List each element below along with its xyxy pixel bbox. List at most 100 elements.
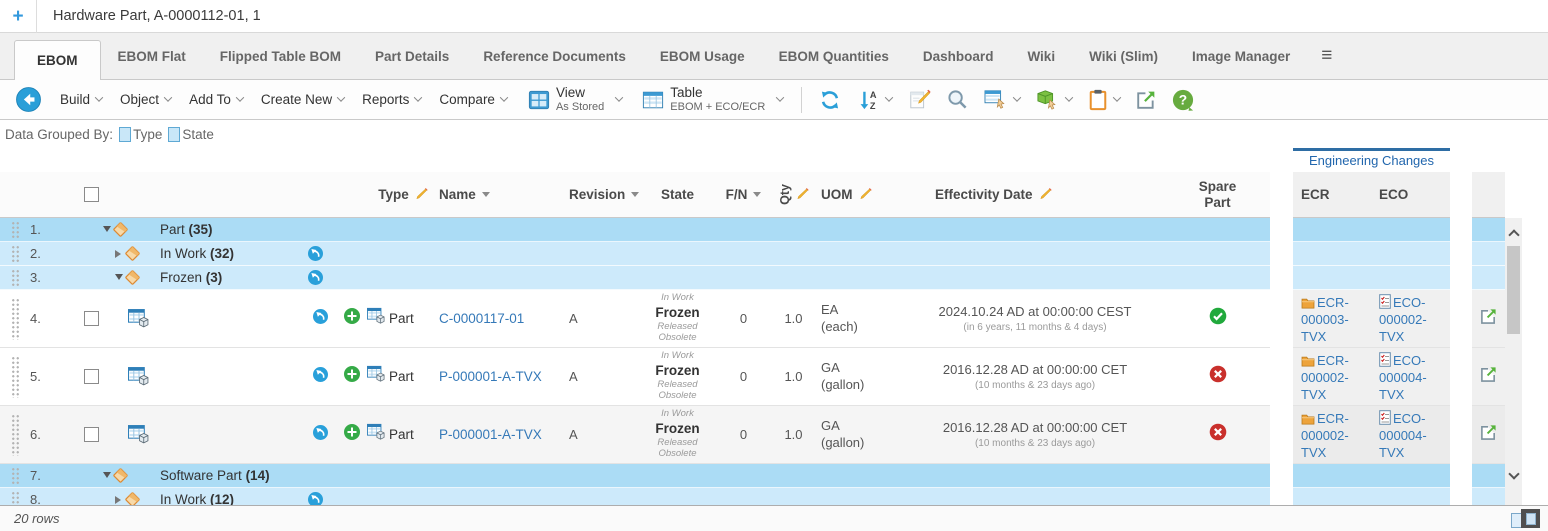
tab-wiki[interactable]: Wiki	[1010, 33, 1072, 79]
toolbar-menu-add-to[interactable]: Add To	[180, 88, 252, 111]
toolbar-menu-build[interactable]: Build	[51, 88, 111, 111]
group-by-chip-state[interactable]: State	[168, 127, 214, 142]
scrollbar-thumb[interactable]	[1507, 246, 1520, 334]
table-selector[interactable]: TableEBOM + ECO/ECR	[634, 83, 791, 115]
ecr-link[interactable]: ECR-000003-TVX	[1301, 294, 1367, 345]
ecr-link[interactable]: ECR-000002-TVX	[1301, 352, 1367, 403]
eco-link[interactable]: ECO-000004-TVX	[1379, 410, 1446, 461]
expand-toggle[interactable]	[103, 226, 111, 232]
table-row[interactable]: 4. Part C-0000117-01 A In Work Frozen Re…	[0, 290, 1548, 348]
row-drag-handle[interactable]	[0, 290, 30, 348]
header-type[interactable]: Type	[367, 172, 439, 218]
back-button[interactable]	[10, 84, 47, 115]
header-name[interactable]: Name	[439, 172, 565, 218]
header-effectivity[interactable]: Effectivity Date	[905, 172, 1165, 218]
table-row[interactable]: 1. Part (35)	[0, 218, 1548, 242]
structure-nav-icon[interactable]	[308, 270, 323, 290]
row-drag-handle[interactable]	[0, 406, 30, 464]
header-state[interactable]: State	[640, 172, 715, 218]
open-item-icon[interactable]	[1480, 308, 1497, 330]
revision-value: A	[569, 311, 578, 326]
add-child-icon[interactable]	[344, 308, 360, 329]
header-eco[interactable]: ECO	[1371, 172, 1450, 218]
tab-dashboard[interactable]: Dashboard	[906, 33, 1011, 79]
row-drag-handle[interactable]	[0, 218, 30, 242]
item-name-link[interactable]: P-000001-A-TVX	[439, 427, 542, 442]
toolbar-menu-object[interactable]: Object	[111, 88, 180, 111]
ecr-link[interactable]: ECR-000002-TVX	[1301, 410, 1367, 461]
item-name-link[interactable]: P-000001-A-TVX	[439, 369, 542, 384]
add-child-icon[interactable]	[344, 366, 360, 387]
table-row[interactable]: 3. Frozen (3)	[0, 266, 1548, 290]
tab-ebom[interactable]: EBOM	[14, 40, 101, 80]
group-by-chip-type[interactable]: Type	[119, 127, 162, 142]
structure-nav-icon[interactable]	[308, 246, 323, 266]
tab-overflow-menu-icon[interactable]: ≡	[1307, 33, 1346, 79]
row-checkbox[interactable]	[84, 427, 99, 442]
tab-reference-documents[interactable]: Reference Documents	[466, 33, 643, 79]
column-picker-button[interactable]	[978, 86, 1026, 114]
header-qty[interactable]: Qty	[772, 172, 815, 218]
table-row[interactable]: 2. In Work (32)	[0, 242, 1548, 266]
table-row[interactable]: 5. Part P-000001-A-TVX A In Work Frozen …	[0, 348, 1548, 406]
view-selector[interactable]: ViewAs Stored	[520, 83, 630, 115]
open-in-window-button[interactable]	[1130, 87, 1162, 113]
refresh-button[interactable]	[812, 86, 848, 114]
tab-ebom-usage[interactable]: EBOM Usage	[643, 33, 762, 79]
header-fn[interactable]: F/N	[715, 172, 772, 218]
table-row[interactable]: 6. Part P-000001-A-TVX A In Work Frozen …	[0, 406, 1548, 464]
expand-toggle[interactable]	[115, 274, 123, 280]
vertical-scrollbar[interactable]	[1505, 218, 1522, 505]
row-checkbox[interactable]	[84, 369, 99, 384]
eco-link[interactable]: ECO-000002-TVX	[1379, 294, 1446, 345]
help-button[interactable]: ?	[1166, 86, 1200, 114]
header-revision[interactable]: Revision	[565, 172, 640, 218]
expand-toggle[interactable]	[115, 250, 121, 258]
row-drag-handle[interactable]	[0, 488, 30, 505]
tab-ebom-flat[interactable]: EBOM Flat	[101, 33, 203, 79]
header-ecr[interactable]: ECR	[1293, 172, 1371, 218]
select-item-button[interactable]	[1030, 86, 1078, 114]
item-name-link[interactable]: C-0000117-01	[439, 311, 524, 326]
refresh-icon	[818, 89, 842, 111]
tab-ebom-quantities[interactable]: EBOM Quantities	[762, 33, 906, 79]
table-row[interactable]: 8. In Work (12)	[0, 488, 1548, 505]
row-drag-handle[interactable]	[0, 242, 30, 266]
tab-part-details[interactable]: Part Details	[358, 33, 466, 79]
table-hand-icon	[984, 89, 1008, 111]
add-child-icon[interactable]	[344, 424, 360, 445]
toolbar-menu-reports[interactable]: Reports	[353, 88, 430, 111]
tab-wiki-slim[interactable]: Wiki (Slim)	[1072, 33, 1175, 79]
header-spare-part[interactable]: Spare Part	[1165, 172, 1270, 218]
toolbar-menu-compare[interactable]: Compare	[430, 88, 516, 111]
row-drag-handle[interactable]	[0, 266, 30, 290]
row-checkbox[interactable]	[84, 311, 99, 326]
row-drag-handle[interactable]	[0, 464, 30, 488]
structure-nav-icon[interactable]	[308, 492, 323, 506]
select-all-checkbox[interactable]	[84, 187, 99, 202]
edit-button[interactable]	[902, 86, 937, 114]
search-button[interactable]	[941, 86, 974, 113]
clipboard-button[interactable]	[1082, 86, 1126, 114]
open-item-icon[interactable]	[1480, 424, 1497, 446]
tab-image-manager[interactable]: Image Manager	[1175, 33, 1307, 79]
structure-nav-icon[interactable]	[313, 309, 328, 329]
scroll-up-button[interactable]	[1505, 220, 1522, 244]
scroll-down-button[interactable]	[1505, 464, 1522, 488]
open-item-icon[interactable]	[1480, 366, 1497, 388]
expand-toggle[interactable]	[103, 472, 111, 478]
sort-button[interactable]: AZ	[852, 86, 898, 114]
structure-nav-icon[interactable]	[313, 425, 328, 445]
expand-toggle[interactable]	[115, 496, 121, 504]
tab-flipped-table-bom[interactable]: Flipped Table BOM	[203, 33, 358, 79]
row-drag-handle[interactable]	[0, 348, 30, 406]
full-view-toggle-icon[interactable]	[1521, 509, 1540, 528]
eco-link[interactable]: ECO-000004-TVX	[1379, 352, 1446, 403]
add-tab-icon[interactable]: +	[0, 7, 36, 26]
toolbar-menu-create-new[interactable]: Create New	[252, 88, 353, 111]
type-cell: Part	[367, 406, 439, 464]
header-uom[interactable]: UOM	[815, 172, 905, 218]
table-row[interactable]: 7. Software Part (14)	[0, 464, 1548, 488]
quantity-value: 1.0	[784, 427, 802, 442]
structure-nav-icon[interactable]	[313, 367, 328, 387]
